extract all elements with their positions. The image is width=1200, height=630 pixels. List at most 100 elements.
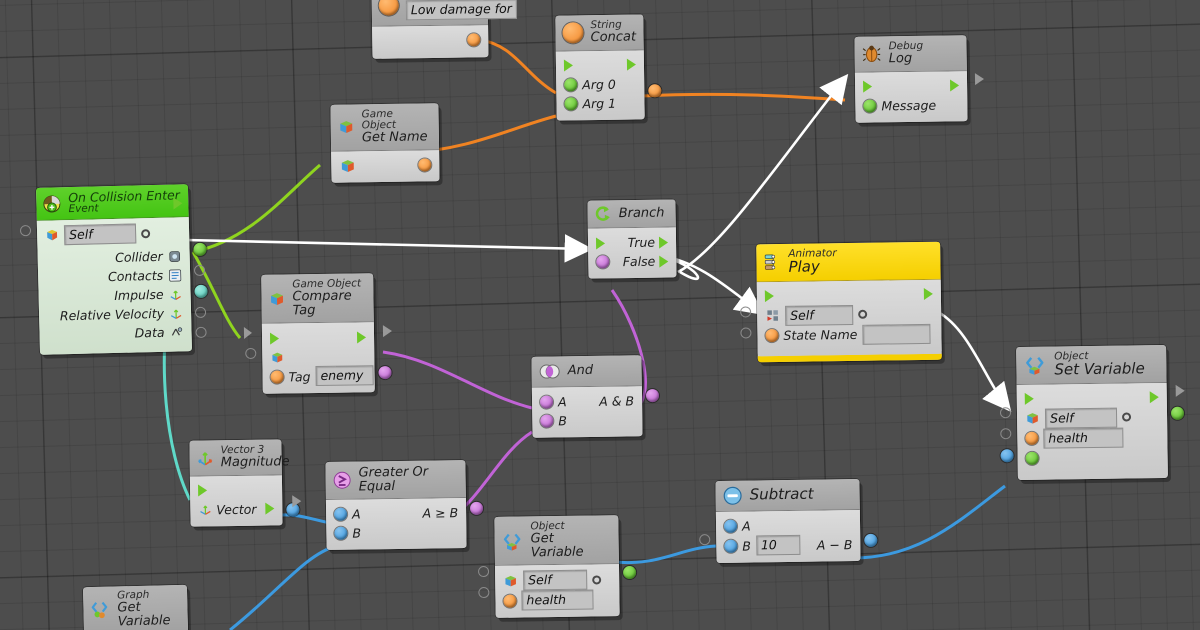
output-port-contacts[interactable] — [194, 265, 205, 276]
game-object-input-icon[interactable] — [339, 157, 356, 174]
flow-out-icon[interactable] — [173, 197, 182, 209]
input-port-message[interactable] — [863, 99, 876, 112]
target-field[interactable]: Self — [523, 570, 587, 591]
input-port-condition[interactable] — [596, 255, 609, 268]
flow-out-icon[interactable] — [1150, 391, 1159, 403]
node-graph-get-variable[interactable]: Graph Get Variable — [83, 585, 189, 630]
node-subtract[interactable]: Subtract A B 10 A − B — [715, 479, 860, 563]
input-port-target[interactable] — [1000, 407, 1011, 418]
b-value-field[interactable]: 10 — [756, 535, 800, 556]
node-greater-or-equal[interactable]: Greater Or Equal A A ≥ B B — [325, 460, 466, 550]
node-vector3-magnitude[interactable]: Vector 3 Magnitude Vector — [189, 439, 282, 526]
flow-out-icon[interactable] — [357, 331, 366, 343]
output-port-collider[interactable] — [193, 243, 206, 256]
animator-target-icon[interactable] — [765, 308, 780, 323]
output-port-result[interactable] — [646, 389, 659, 402]
input-port-name[interactable] — [478, 587, 489, 598]
gear-icon[interactable] — [858, 310, 867, 319]
flow-out-icon[interactable] — [627, 59, 636, 71]
port-row — [339, 155, 431, 175]
gear-icon[interactable] — [592, 575, 601, 584]
output-port-data[interactable] — [195, 327, 206, 338]
node-compare-tag[interactable]: Game Object Compare Tag Tag enemy — [261, 273, 375, 394]
game-object-input-icon[interactable] — [270, 350, 284, 364]
output-port-result[interactable] — [648, 84, 661, 97]
node-string-concat[interactable]: String Concat Arg 0 Arg 1 — [555, 14, 644, 120]
variable-field[interactable]: health — [1043, 427, 1123, 448]
node-debug-log[interactable]: Debug Log Message — [854, 35, 967, 122]
input-port-a[interactable] — [724, 520, 737, 533]
input-port-a[interactable] — [540, 395, 553, 408]
flow-in-icon[interactable] — [198, 485, 207, 497]
node-get-variable[interactable]: Object Get Variable Self health — [494, 515, 619, 618]
input-port-b[interactable] — [724, 539, 737, 552]
flow-out-triangle-icon[interactable] — [292, 495, 301, 507]
input-port-a-external[interactable] — [699, 534, 710, 545]
node-branch[interactable]: Branch True False — [587, 199, 676, 278]
flow-in-icon[interactable] — [564, 60, 573, 72]
target-field[interactable]: Self — [785, 305, 853, 326]
input-port-state-name[interactable] — [765, 329, 778, 342]
node-animator-play[interactable]: Animator Play Self State N — [756, 242, 942, 362]
flow-out-true-icon[interactable] — [659, 236, 668, 248]
input-port-tag[interactable] — [271, 370, 284, 383]
flow-out-triangle-icon[interactable] — [383, 325, 392, 337]
input-port-target[interactable] — [245, 348, 256, 359]
input-port-variable-name[interactable] — [1025, 432, 1038, 445]
flow-out-icon[interactable] — [265, 503, 274, 515]
target-field[interactable]: Self — [1045, 407, 1117, 428]
output-port-value[interactable] — [623, 566, 636, 579]
output-port-relative-velocity[interactable] — [195, 307, 206, 318]
flow-in-triangle-icon[interactable] — [244, 327, 252, 339]
flow-in-icon[interactable] — [596, 237, 605, 249]
input-port-name[interactable] — [1000, 428, 1011, 439]
input-port-arg0[interactable] — [564, 78, 577, 91]
flow-in-icon[interactable] — [765, 290, 774, 302]
variable-field[interactable]: health — [521, 590, 593, 611]
flow-in-icon[interactable] — [863, 81, 872, 93]
input-port-b[interactable] — [334, 527, 347, 540]
input-port-b[interactable] — [540, 414, 553, 427]
flow-out-false-icon[interactable] — [659, 255, 668, 267]
output-port-result[interactable] — [470, 502, 483, 515]
game-object-input-icon[interactable] — [503, 573, 518, 588]
input-port-target[interactable] — [20, 225, 31, 236]
vector-input-icon[interactable] — [198, 502, 212, 516]
input-port-target[interactable] — [740, 306, 751, 317]
flow-out-triangle-icon[interactable] — [1176, 384, 1185, 396]
input-port-target[interactable] — [478, 566, 489, 577]
target-field[interactable]: Self — [64, 224, 136, 246]
node-set-variable[interactable]: Object Set Variable Self health — [1016, 345, 1168, 480]
input-port-value[interactable] — [1026, 452, 1039, 465]
input-port-arg1[interactable] — [564, 97, 577, 110]
output-port-impulse[interactable] — [194, 285, 207, 298]
target-icon[interactable] — [45, 228, 59, 242]
flow-in-icon[interactable] — [1025, 393, 1034, 405]
node-on-collision-enter[interactable]: On Collision Enter Event Self Collider — [36, 184, 192, 355]
tag-field[interactable]: enemy — [315, 366, 373, 387]
input-port-variable-name[interactable] — [503, 594, 516, 607]
list-icon — [168, 268, 182, 282]
output-port-string[interactable] — [467, 33, 480, 46]
flow-out-icon[interactable] — [950, 79, 959, 91]
gear-icon[interactable] — [1122, 413, 1131, 422]
node-string-literal[interactable]: String Low damage for — [371, 0, 488, 59]
input-port-a[interactable] — [334, 508, 347, 521]
flow-in-icon[interactable] — [270, 332, 279, 344]
flow-out-icon[interactable] — [924, 288, 933, 300]
output-port-name[interactable] — [418, 158, 431, 171]
state-name-field[interactable] — [862, 324, 930, 345]
input-row-arg0: Arg 0 — [564, 74, 636, 94]
graph-canvas[interactable]: String Low damage for Game Object Get Na… — [0, 0, 1200, 630]
output-port-result[interactable] — [378, 366, 391, 379]
gear-icon[interactable] — [141, 229, 150, 238]
output-port-value[interactable] — [1171, 406, 1184, 419]
flow-out-triangle-icon[interactable] — [975, 73, 984, 85]
string-value-field[interactable]: Low damage for — [406, 0, 517, 20]
node-get-name[interactable]: Game Object Get Name — [330, 103, 439, 182]
game-object-input-icon[interactable] — [1025, 411, 1040, 426]
input-port-incoming-value[interactable] — [1001, 449, 1014, 462]
node-and[interactable]: And A A & B B — [531, 355, 642, 438]
input-port-state[interactable] — [740, 327, 751, 338]
output-port-result[interactable] — [864, 534, 877, 547]
